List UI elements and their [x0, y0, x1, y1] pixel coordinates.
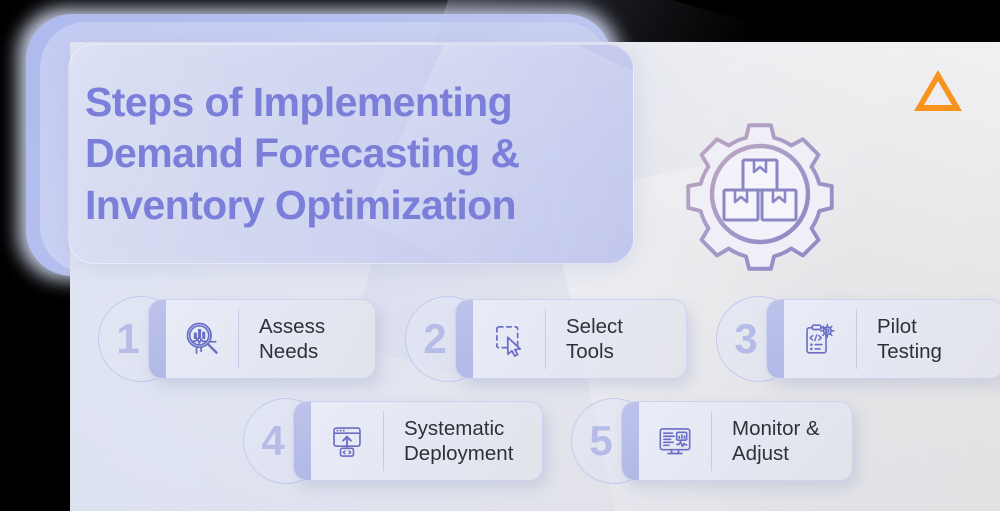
- card-accent-bar: [622, 402, 639, 480]
- card-accent-bar: [149, 300, 166, 378]
- step-label: Assess Needs: [259, 314, 326, 363]
- step-label: Monitor & Adjust: [732, 416, 820, 465]
- steps-row-1: 1 Assess Needs 2 Select Tools 3 Pilot Te…: [98, 296, 1000, 382]
- step-number: 3: [734, 315, 758, 362]
- card-accent-bar: [767, 300, 784, 378]
- card-accent-bar: [294, 402, 311, 480]
- step-number: 5: [589, 417, 613, 464]
- step-card[interactable]: Monitor & Adjust: [621, 401, 853, 481]
- page-title: Steps of Implementing Demand Forecasting…: [85, 78, 520, 228]
- clipboard-code-gear-icon: [784, 320, 856, 358]
- selection-cursor-icon: [473, 320, 545, 358]
- step-number: 4: [261, 417, 285, 464]
- step-5[interactable]: 5 Monitor & Adjust: [571, 398, 853, 484]
- step-card[interactable]: Assess Needs: [148, 299, 376, 379]
- step-number: 2: [423, 315, 447, 362]
- browser-upload-code-icon: [311, 422, 383, 460]
- monitor-analytics-icon: [639, 422, 711, 460]
- step-4[interactable]: 4 Systematic Deployment: [243, 398, 543, 484]
- step-label: Select Tools: [566, 314, 623, 363]
- chart-magnifier-icon: [166, 319, 238, 359]
- step-card[interactable]: Pilot Testing: [766, 299, 1000, 379]
- step-1[interactable]: 1 Assess Needs: [98, 296, 376, 382]
- step-number: 1: [116, 315, 140, 362]
- step-card[interactable]: Select Tools: [455, 299, 687, 379]
- step-2[interactable]: 2 Select Tools: [405, 296, 687, 382]
- title-card: Steps of Implementing Demand Forecasting…: [68, 44, 634, 264]
- step-label: Pilot Testing: [877, 314, 942, 363]
- triangle-logo: [911, 66, 965, 114]
- card-accent-bar: [456, 300, 473, 378]
- steps-row-2: 4 Systematic Deployment 5 Monitor & Adju…: [243, 398, 853, 484]
- gear-with-boxes-icon: [672, 114, 848, 280]
- step-card[interactable]: Systematic Deployment: [293, 401, 543, 481]
- infographic-canvas: Steps of Implementing Demand Forecasting…: [0, 0, 1000, 511]
- step-3[interactable]: 3 Pilot Testing: [716, 296, 1000, 382]
- step-label: Systematic Deployment: [404, 416, 514, 465]
